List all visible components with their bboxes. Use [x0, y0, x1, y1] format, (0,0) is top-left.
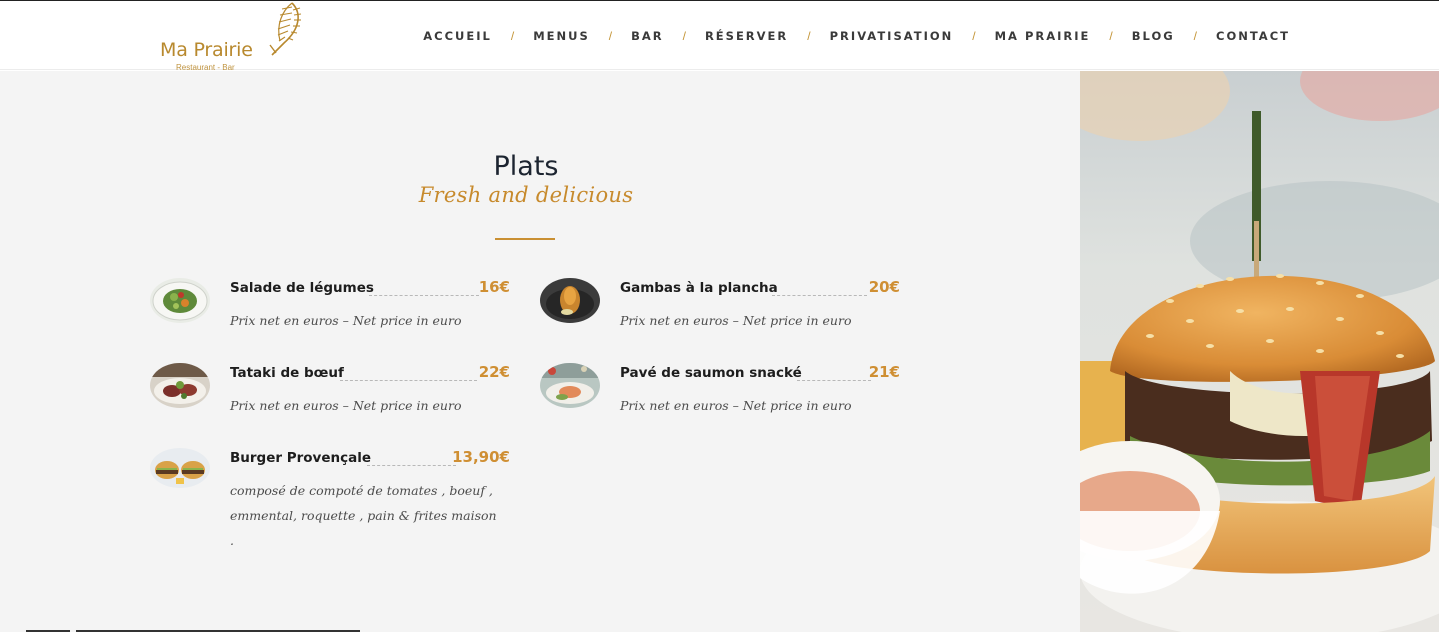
nav-contact[interactable]: CONTACT — [1216, 29, 1290, 43]
section-subtitle: Fresh and delicious — [418, 183, 634, 207]
dish-price: 13,90€ — [452, 448, 510, 466]
nav-separator: / — [682, 29, 686, 43]
nav-separator: / — [510, 29, 515, 43]
nav-privatisation[interactable]: PRIVATISATION — [830, 29, 954, 43]
leaf-logo-icon — [269, 2, 302, 56]
dish-name: Pavé de saumon snacké — [620, 365, 802, 381]
section-title: Plats — [493, 151, 559, 182]
menu-section: Plats Fresh and delicious Salade de légu… — [0, 71, 1080, 632]
nav-separator: / — [1193, 29, 1198, 43]
dish-item: Pavé de saumon snacké 21€ Prix net en eu… — [540, 363, 902, 433]
dish-item: Salade de légumes 16€ Prix net en euros … — [150, 278, 512, 348]
dish-price: 22€ — [478, 363, 510, 381]
dish-item: Gambas à la plancha 20€ Prix net en euro… — [540, 278, 902, 348]
dish-name: Gambas à la plancha — [620, 280, 778, 296]
salad-photo-icon — [150, 278, 210, 323]
dish-item: Tataki de bœuf 22€ Prix net en euros – N… — [150, 363, 512, 433]
dotted-leader — [797, 380, 871, 381]
section-divider — [495, 238, 555, 240]
brand-name: Ma Prairie — [160, 39, 253, 61]
salmon-photo-icon — [540, 363, 600, 408]
dish-name: Burger Provençale — [230, 450, 372, 466]
dish-description: Prix net en euros – Net price in euro — [230, 313, 462, 328]
main-nav: ACCUEIL / MENUS / BAR / RÉSERVER / PRIVA… — [423, 29, 1290, 43]
burger-photo-icon — [150, 448, 210, 488]
gambas-photo-icon — [540, 278, 600, 323]
burger-hero-photo-icon — [1080, 71, 1439, 632]
nav-separator: / — [807, 29, 811, 43]
dotted-leader — [367, 465, 456, 466]
dish-description: Prix net en euros – Net price in euro — [620, 398, 852, 413]
nav-separator: / — [608, 29, 613, 43]
dish-description: composé de compoté de tomates , boeuf , … — [230, 483, 497, 548]
dish-item: Burger Provençale 13,90€ composé de comp… — [150, 448, 512, 548]
nav-menus[interactable]: MENUS — [533, 29, 590, 43]
nav-separator: / — [972, 29, 976, 43]
nav-accueil[interactable]: ACCUEIL — [423, 29, 492, 43]
dotted-leader — [772, 295, 867, 296]
nav-reserver[interactable]: RÉSERVER — [705, 29, 788, 43]
dish-price: 20€ — [868, 278, 900, 296]
nav-bar[interactable]: BAR — [631, 29, 664, 43]
dish-name: Tataki de bœuf — [230, 365, 344, 381]
nav-blog[interactable]: BLOG — [1132, 29, 1175, 43]
dish-price: 21€ — [868, 363, 900, 381]
nav-ma-prairie[interactable]: MA PRAIRIE — [995, 29, 1091, 43]
beef-tataki-photo-icon — [150, 363, 210, 408]
logo[interactable]: Ma Prairie Restaurant - Bar — [158, 1, 308, 73]
site-header: Ma Prairie Restaurant - Bar ACCUEIL / ME… — [0, 1, 1439, 73]
nav-separator: / — [1109, 29, 1113, 43]
dotted-leader — [369, 295, 479, 296]
dotted-leader — [340, 380, 477, 381]
dish-price: 16€ — [478, 278, 510, 296]
dish-description: Prix net en euros – Net price in euro — [230, 398, 462, 413]
dish-name: Salade de légumes — [230, 280, 374, 296]
dish-description: Prix net en euros – Net price in euro — [620, 313, 852, 328]
